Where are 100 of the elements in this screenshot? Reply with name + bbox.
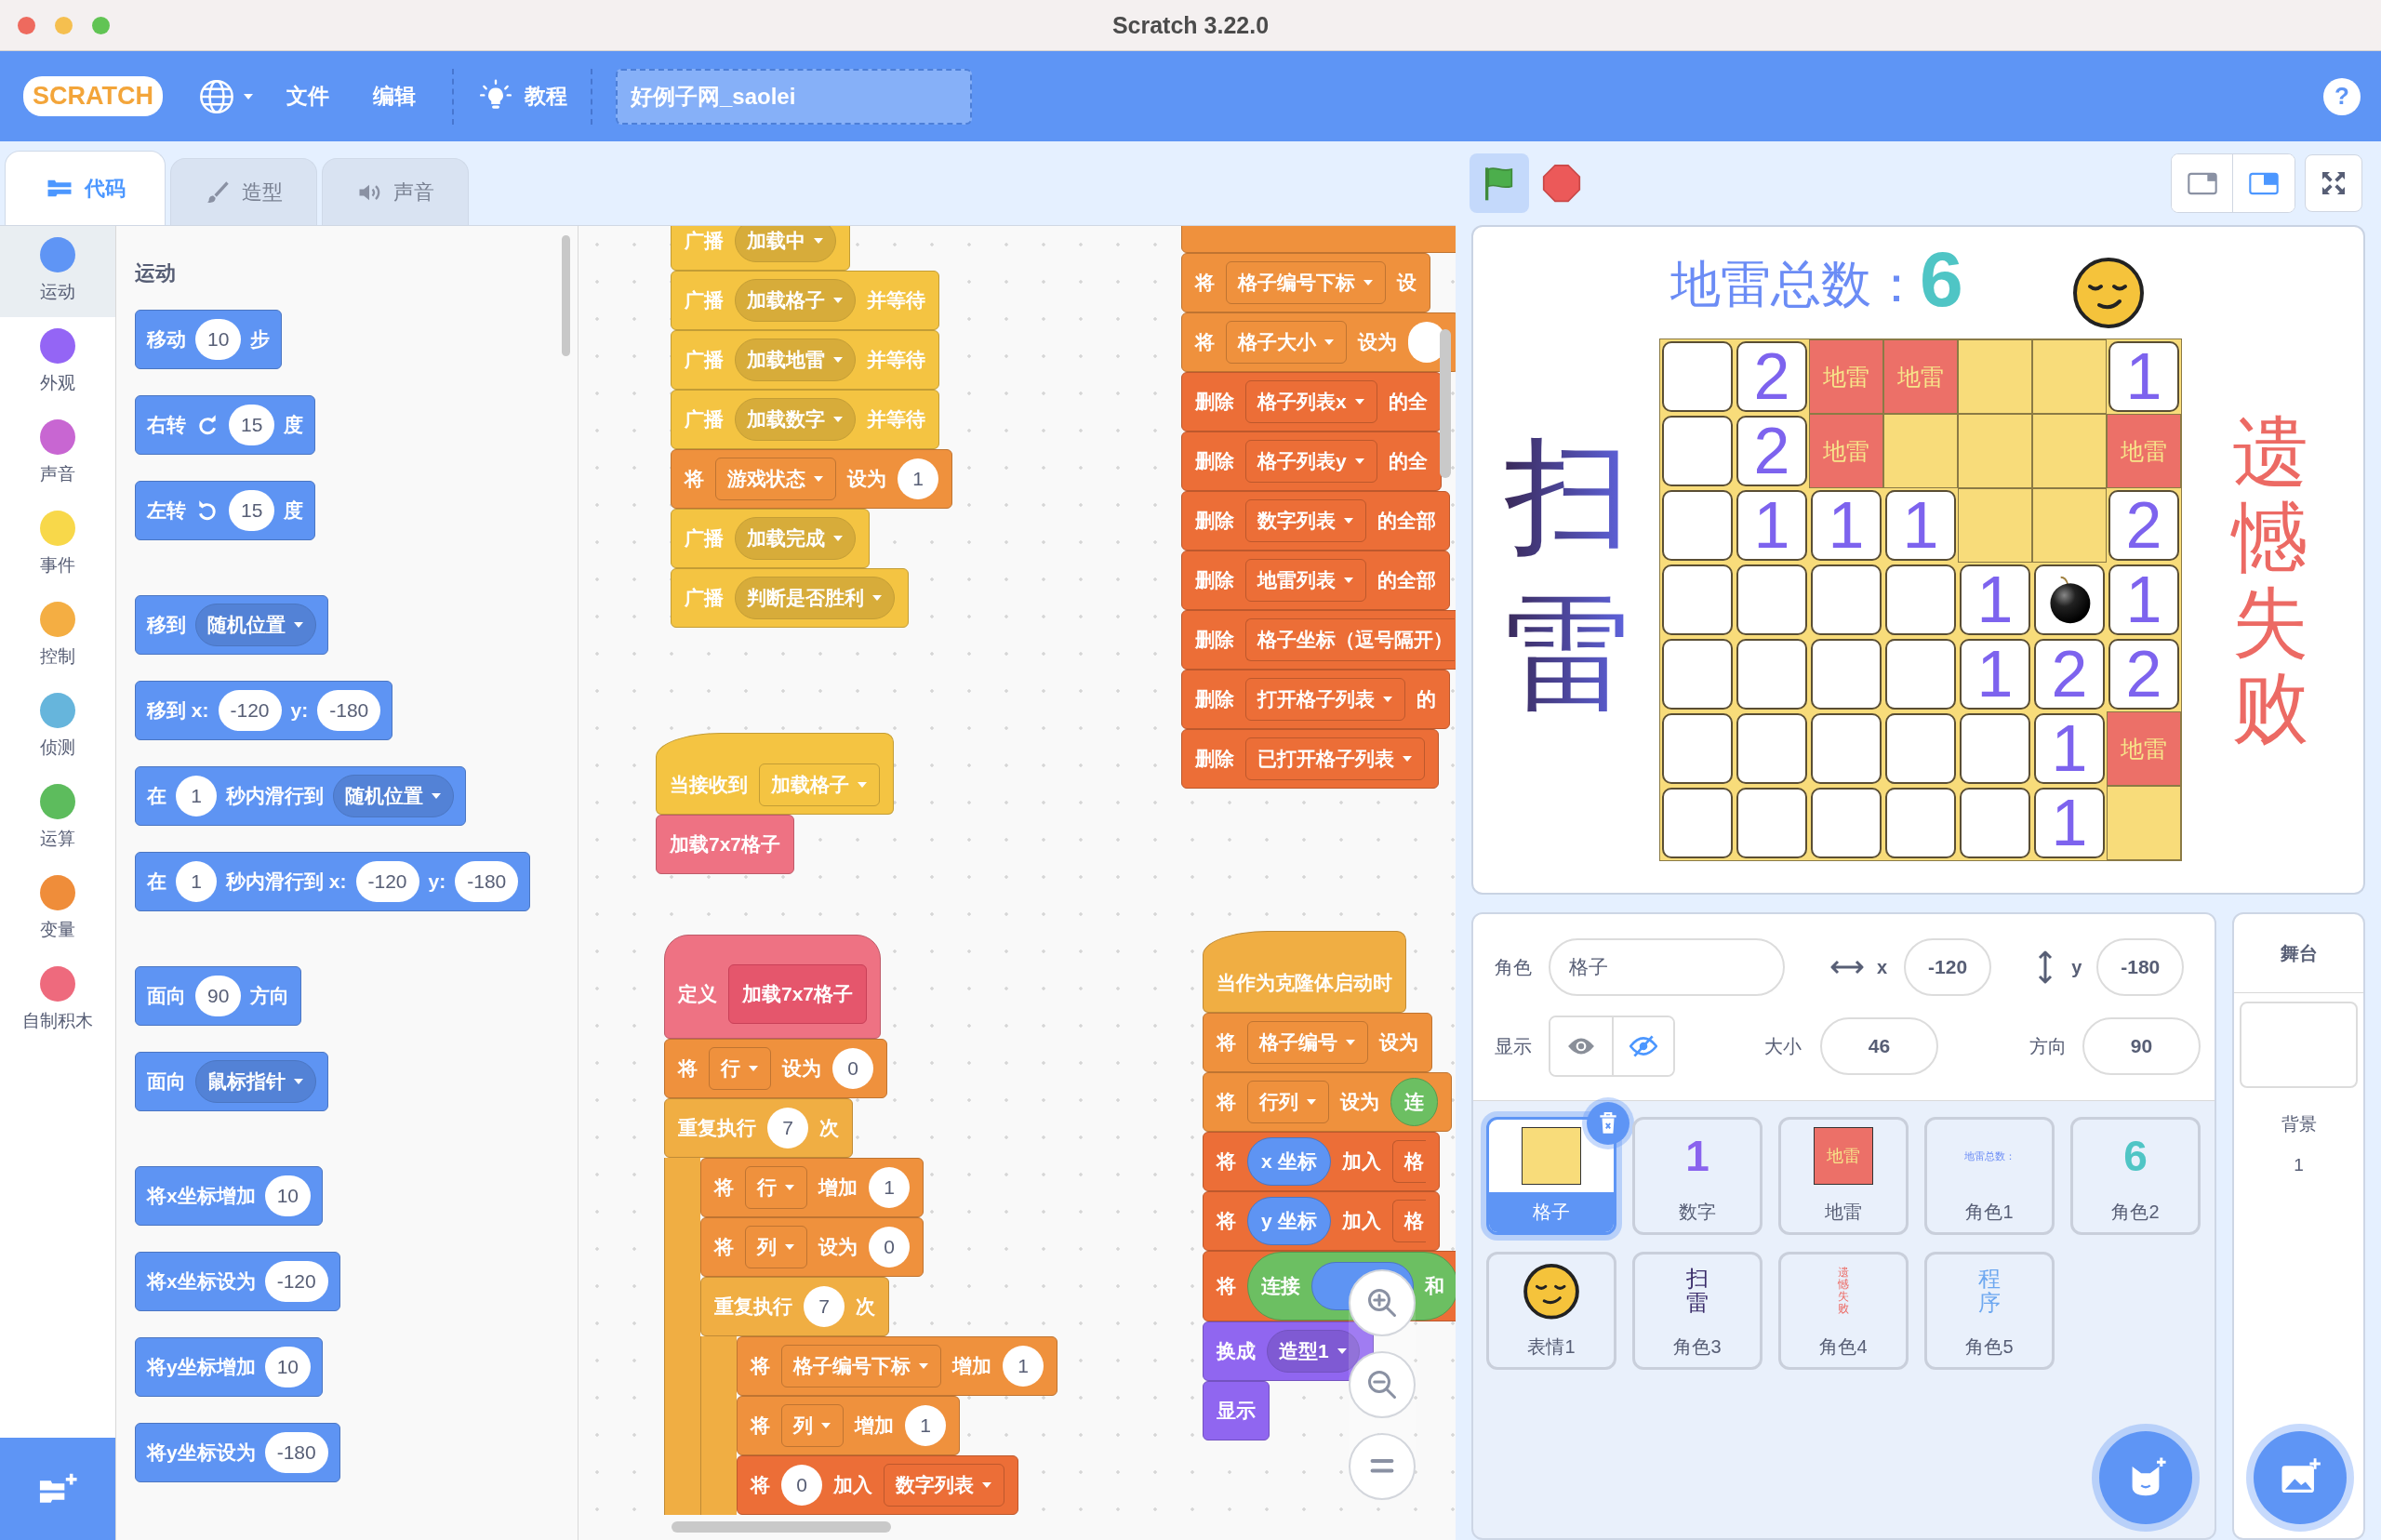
code-block[interactable]: 面向 90 方向 <box>135 966 302 1026</box>
dropdown[interactable]: 格子编号下标 <box>781 1345 941 1387</box>
c-block-top[interactable]: 重复执行 7 次 <box>700 1277 889 1336</box>
sprite-tile[interactable]: 格子 <box>1486 1117 1616 1235</box>
category-item[interactable]: 运动 <box>0 226 115 317</box>
project-title-field[interactable]: 好例子网_saolei <box>616 68 972 125</box>
sprite-tile[interactable]: 地雷总数： 角色1 <box>1924 1117 2055 1235</box>
dropdown[interactable]: 数字列表 <box>884 1464 1004 1507</box>
dropdown[interactable]: 列 <box>781 1404 844 1447</box>
code-block[interactable]: 将 格子编号下标 设 <box>1181 253 1430 312</box>
stage-thumbnail[interactable] <box>2240 1002 2358 1088</box>
number-input[interactable]: 1 <box>898 458 938 499</box>
code-block[interactable]: 删除 格子列表x 的全 <box>1181 372 1442 431</box>
dropdown[interactable]: 行列 <box>1247 1081 1329 1123</box>
number-input[interactable]: 0 <box>781 1465 822 1506</box>
code-block[interactable]: 将 行列 设为 连 <box>1203 1072 1452 1132</box>
category-item[interactable]: 外观 <box>0 317 115 408</box>
code-block[interactable]: 将y坐标增加 10 <box>135 1337 324 1397</box>
number-input[interactable]: -180 <box>264 1432 328 1473</box>
run-flag-button[interactable] <box>1470 153 1529 213</box>
tab[interactable]: 声音 <box>322 158 469 225</box>
dropdown[interactable]: 打开格子列表 <box>1245 678 1405 721</box>
sprite-tile[interactable]: 地雷 地雷 <box>1778 1117 1909 1235</box>
number-input[interactable]: 1 <box>176 776 217 816</box>
category-item[interactable]: 控制 <box>0 591 115 682</box>
number-input[interactable]: -120 <box>355 861 419 902</box>
direction-field[interactable]: 90 <box>2082 1017 2201 1075</box>
dropdown[interactable]: 加载格子 <box>735 279 856 322</box>
dropdown[interactable]: 格子列表x <box>1245 380 1377 423</box>
category-item[interactable]: 变量 <box>0 864 115 955</box>
dropdown[interactable]: 地雷列表 <box>1245 559 1366 602</box>
reporter-block[interactable]: y 坐标 <box>1247 1197 1331 1245</box>
dropdown[interactable]: 格 <box>1391 1140 1426 1183</box>
code-block[interactable]: 将 格子编号下标 增加 1 <box>737 1336 1057 1396</box>
code-block[interactable]: 面向 鼠标指针 <box>135 1052 328 1111</box>
code-block[interactable]: 广播 加载地雷 并等待 <box>671 330 939 390</box>
dropdown[interactable]: 数字列表 <box>1245 499 1366 542</box>
delete-button[interactable] <box>1587 1102 1629 1145</box>
code-block[interactable]: 将 y 坐标 加入 格 <box>1203 1191 1440 1251</box>
code-block[interactable]: 将 列 增加 1 <box>737 1396 960 1455</box>
c-block-arm[interactable] <box>664 1158 700 1515</box>
menu-item[interactable]: 文件 <box>286 82 329 111</box>
category-item[interactable]: 事件 <box>0 499 115 591</box>
code-block[interactable]: 将 格子大小 设为 <box>1181 312 1456 372</box>
number-input[interactable]: 90 <box>195 976 242 1016</box>
dropdown[interactable]: 格子编号下标 <box>1226 261 1386 304</box>
dropdown[interactable]: 格 <box>1391 1200 1426 1242</box>
code-block[interactable]: 右转 15 度 <box>135 395 316 455</box>
code-block[interactable]: 将 x 坐标 加入 格 <box>1203 1132 1440 1191</box>
code-block[interactable]: 删除 格子列表y 的全 <box>1181 431 1442 491</box>
minimize-window-button[interactable] <box>55 16 73 34</box>
small-stage-button[interactable] <box>2172 154 2233 212</box>
code-block[interactable]: 将x坐标增加 10 <box>135 1166 324 1226</box>
number-input[interactable]: -120 <box>218 690 282 731</box>
code-block[interactable]: 移到 随机位置 <box>135 595 328 655</box>
code-block[interactable]: 加载7x7格子 <box>656 815 795 874</box>
number-input[interactable]: 0 <box>869 1227 910 1268</box>
number-input[interactable]: -180 <box>317 690 381 731</box>
code-block[interactable]: 将 0 加入 数字列表 <box>737 1455 1018 1515</box>
number-input[interactable]: 1 <box>905 1405 946 1446</box>
number-input[interactable]: -180 <box>455 861 519 902</box>
sprite-tile[interactable]: 6 角色2 <box>2070 1117 2201 1235</box>
code-block[interactable]: 删除 地雷列表 的全部 <box>1181 551 1450 610</box>
c-block-arm[interactable] <box>700 1336 737 1515</box>
code-block[interactable]: 换成 造型1 <box>1203 1321 1374 1381</box>
dropdown[interactable]: 列 <box>745 1226 807 1268</box>
close-window-button[interactable] <box>18 16 35 34</box>
code-block[interactable]: 将 游戏状态 设为 1 <box>671 449 952 509</box>
number-input[interactable]: 15 <box>229 405 275 445</box>
number-input[interactable]: 10 <box>264 1347 312 1387</box>
number-input[interactable]: 10 <box>195 319 242 360</box>
code-block[interactable]: 左转 15 度 <box>135 481 316 540</box>
dropdown[interactable]: 已打开格子列表 <box>1245 737 1425 780</box>
code-block[interactable]: 将y坐标设为 -180 <box>135 1423 340 1482</box>
tab[interactable]: 代码 <box>5 151 166 225</box>
category-item[interactable]: 声音 <box>0 408 115 499</box>
number-input[interactable]: 0 <box>832 1048 873 1089</box>
dropdown[interactable]: 格子编号 <box>1247 1021 1368 1064</box>
number-input[interactable]: 15 <box>229 490 275 531</box>
menu-item[interactable]: 编辑 <box>373 82 416 111</box>
fullscreen-button[interactable] <box>2305 154 2362 212</box>
code-block[interactable]: 将 格子编号 设为 <box>1203 1013 1432 1072</box>
reporter-block[interactable]: x 坐标 <box>1247 1137 1331 1186</box>
dropdown[interactable]: 判断是否胜利 <box>735 577 895 619</box>
y-field[interactable]: -180 <box>2096 938 2185 996</box>
sprite-tile[interactable]: 表情1 <box>1486 1252 1616 1370</box>
category-item[interactable]: 侦测 <box>0 682 115 773</box>
add-backdrop-button[interactable] <box>2254 1431 2347 1524</box>
c-block-top[interactable]: 重复执行 7 次 <box>664 1098 853 1158</box>
dropdown[interactable]: 格子列表y <box>1245 440 1377 483</box>
scrollbar[interactable] <box>562 235 570 356</box>
dropdown[interactable]: 加载完成 <box>735 517 856 560</box>
category-item[interactable]: 自制积木 <box>0 955 115 1046</box>
dropdown[interactable]: 随机位置 <box>195 604 316 646</box>
number-input[interactable]: -120 <box>264 1261 328 1302</box>
size-field[interactable]: 46 <box>1820 1017 1938 1075</box>
reporter-block[interactable]: 连 <box>1390 1078 1438 1126</box>
code-block[interactable]: 广播 加载中 <box>671 226 850 271</box>
zoom-window-button[interactable] <box>92 16 110 34</box>
number-input[interactable]: 1 <box>869 1167 910 1208</box>
